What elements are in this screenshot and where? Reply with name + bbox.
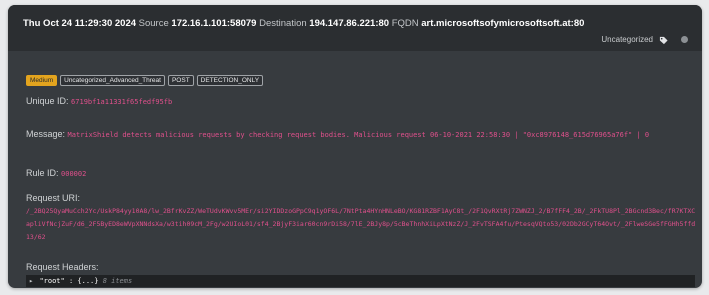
json-root-preview[interactable]: {...}: [77, 277, 98, 285]
unique-id-value: 6719bf1a11331f65fedf95fb: [71, 98, 173, 106]
message-label: Message:: [26, 129, 66, 139]
message-value: MatrixShield detects malicious requests …: [67, 131, 650, 139]
json-root-key: "root": [39, 277, 65, 285]
rule-id-label: Rule ID:: [26, 168, 59, 178]
method-badge: POST: [167, 75, 194, 86]
event-title: Thu Oct 24 11:29:30 2024 Source 172.16.1…: [23, 18, 584, 29]
category-label: Uncategorized: [601, 35, 653, 44]
threat-category-badge: Uncategorized_Advanced_Threat: [60, 75, 165, 86]
severity-badge: Medium: [26, 75, 58, 86]
unique-id-row: Unique ID: 6719bf1a11331f65fedf95fb: [26, 96, 172, 106]
request-headers-label: Request Headers:: [26, 262, 99, 272]
request-uri-label: Request URI:: [26, 193, 81, 203]
json-root-count: 8 items: [102, 277, 133, 285]
request-uri-row: Request URI: /_2BQ25QyaMuCch2Yc/UskP84yy…: [26, 191, 696, 244]
request-headers-row: Request Headers: ▸ "root" : {...} 8 item…: [26, 262, 696, 287]
fqdn-value: art.microsoftsofymicrosoftsoft.at:80: [421, 18, 585, 29]
fqdn-label: FQDN: [391, 18, 419, 29]
event-timestamp: Thu Oct 24 11:29:30 2024: [23, 18, 137, 29]
expand-arrow-icon[interactable]: ▸: [29, 277, 33, 285]
message-row: Message: MatrixShield detects malicious …: [26, 127, 696, 142]
source-value: 172.16.1.101:58079: [171, 18, 257, 29]
rule-id-row: Rule ID: 000002: [26, 168, 86, 178]
category-area: Uncategorized: [601, 35, 688, 44]
mode-badge: DETECTION_ONLY: [196, 75, 264, 86]
source-label: Source: [138, 18, 169, 29]
destination-value: 194.147.86.221:80: [309, 18, 390, 29]
unique-id-label: Unique ID:: [26, 96, 69, 106]
request-uri-value: /_2BQ25QyaMuCch2Yc/UskP84yy10A8/lw_2BfrK…: [26, 207, 696, 241]
badge-row: Medium Uncategorized_Advanced_Threat POS…: [26, 75, 264, 86]
destination-label: Destination: [259, 18, 307, 29]
tag-icon[interactable]: [659, 36, 668, 44]
event-card: Thu Oct 24 11:29:30 2024 Source 172.16.1…: [8, 5, 702, 288]
rule-id-value: 000002: [61, 170, 87, 178]
event-header: Thu Oct 24 11:29:30 2024 Source 172.16.1…: [8, 5, 702, 51]
menu-dot-icon[interactable]: [681, 36, 688, 43]
json-tree-root[interactable]: ▸ "root" : {...} 8 items: [26, 275, 695, 287]
